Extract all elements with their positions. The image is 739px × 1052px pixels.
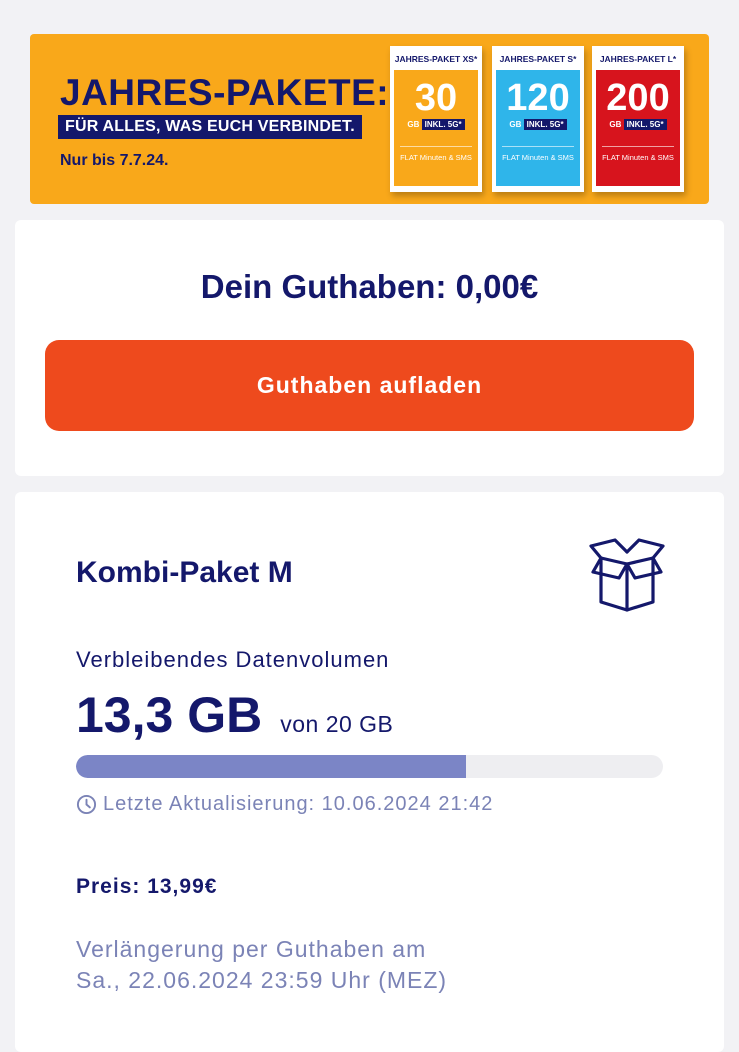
promo-banner[interactable]: JAHRES-PAKETE: FÜR ALLES, WAS EUCH VERBI… [30,34,709,204]
data-remaining: 13,3 GB [76,687,263,743]
balance-text: Dein Guthaben: 0,00€ [200,268,539,305]
clock-icon [76,794,97,815]
package-box-volume: 200 [606,77,670,119]
package-box-xs: JAHRES-PAKET XS* 30 GB INKL. 5G* FLAT Mi… [390,46,482,192]
package-box-l: JAHRES-PAKET L* 200 GB INKL. 5G* FLAT Mi… [592,46,684,192]
package-price: Preis: 13,99€ [76,875,218,898]
data-progress-bar [76,755,663,778]
package-card: Kombi-Paket M Verbleibendes Datenvolumen… [15,492,724,1052]
balance-card: Dein Guthaben: 0,00€ Guthaben aufladen [15,220,724,476]
package-box-tag: GB INKL. 5G* [496,119,580,130]
data-total: von 20 GB [280,711,394,737]
package-box-s: JAHRES-PAKET S* 120 GB INKL. 5G* FLAT Mi… [492,46,584,192]
package-box-face: 200 GB INKL. 5G* FLAT Minuten & SMS [596,70,680,186]
topup-button[interactable]: Guthaben aufladen [45,340,694,431]
package-box-name: JAHRES-PAKET XS* [394,54,478,64]
data-volume-label: Verbleibendes Datenvolumen [76,647,390,672]
package-title: Kombi-Paket M [76,556,293,589]
package-box-flat: FLAT Minuten & SMS [400,146,472,162]
renewal-line-2: Sa., 22.06.2024 23:59 Uhr (MEZ) [76,967,448,993]
package-box-name: JAHRES-PAKET S* [499,54,577,64]
renewal-line-1: Verlängerung per Guthaben am [76,936,427,962]
package-box-face: 30 GB INKL. 5G* FLAT Minuten & SMS [394,70,478,186]
last-update-row: Letzte Aktualisierung: 10.06.2024 21:42 [76,793,493,816]
banner-date-note: Nur bis 7.7.24. [60,152,169,169]
box-icon [589,538,665,612]
banner-subtitle: FÜR ALLES, WAS EUCH VERBINDET. [58,115,362,139]
package-box-flat: FLAT Minuten & SMS [502,146,574,162]
last-update-text: Letzte Aktualisierung: 10.06.2024 21:42 [103,793,494,815]
data-volume-row: 13,3 GB von 20 GB [76,686,393,744]
package-box-volume: 120 [506,77,570,119]
package-box-face: 120 GB INKL. 5G* FLAT Minuten & SMS [496,70,580,186]
package-box-name: JAHRES-PAKET L* [599,54,677,64]
package-box-tag: GB INKL. 5G* [394,119,478,130]
renewal-info: Verlängerung per Guthaben am Sa., 22.06.… [76,934,636,996]
package-box-volume: 30 [414,77,458,119]
banner-title: JAHRES-PAKETE: [60,72,390,113]
package-box-flat: FLAT Minuten & SMS [602,146,674,162]
data-progress-fill [76,755,467,778]
package-box-tag: GB INKL. 5G* [596,119,680,130]
